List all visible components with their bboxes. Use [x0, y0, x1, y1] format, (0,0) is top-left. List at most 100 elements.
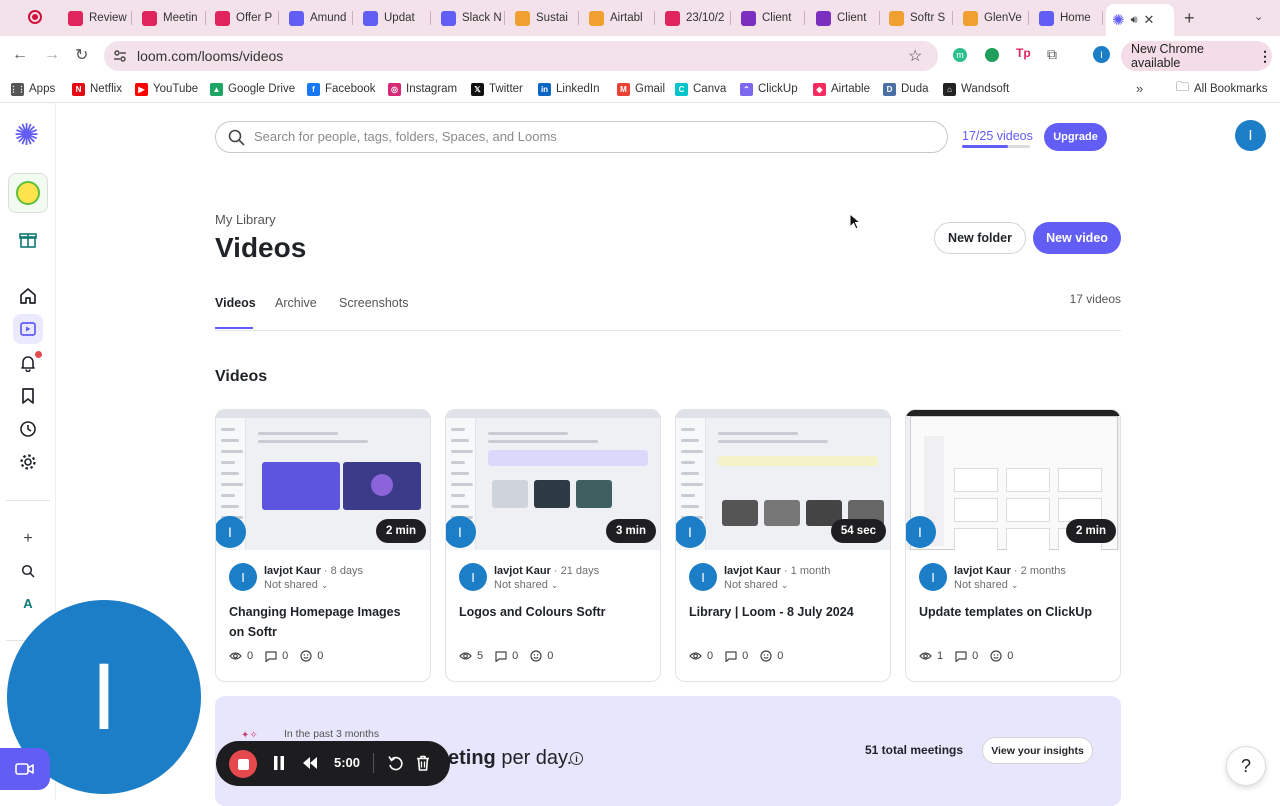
share-status-dropdown[interactable]: Not shared ⌄ [264, 579, 328, 591]
extensions-puzzle-icon[interactable]: ⧉ [1047, 46, 1057, 63]
pause-icon[interactable] [273, 755, 285, 771]
help-button[interactable]: ? [1226, 746, 1266, 786]
bookmark-item[interactable]: N Netflix [72, 80, 122, 98]
share-status-dropdown[interactable]: Not shared ⌄ [724, 579, 788, 591]
loom-logo-icon[interactable]: ✺ [14, 121, 39, 151]
browser-tab[interactable]: GlenVe [957, 6, 1029, 30]
owner-avatar[interactable]: I [229, 563, 257, 591]
record-launcher-button[interactable] [0, 748, 50, 790]
owner-avatar[interactable]: I [919, 563, 947, 591]
browser-tab[interactable]: Sustai [509, 6, 579, 30]
video-usage[interactable]: 17/25 videos [962, 129, 1033, 143]
browser-tab[interactable]: Updat [357, 6, 431, 30]
bookmark-item[interactable]: 𝕏 Twitter [471, 80, 523, 98]
home-icon[interactable] [13, 281, 43, 311]
video-card[interactable]: I2 min Ilavjot Kaur · 8 days Not shared ⌄ C… [215, 409, 431, 682]
gift-icon[interactable] [13, 224, 43, 254]
tab-search-chevron-icon[interactable]: ⌄ [1254, 10, 1263, 23]
new-chrome-available-button[interactable]: New Chrome available ⋮ [1121, 41, 1272, 71]
browser-tab[interactable]: Amund [283, 6, 353, 30]
video-thumbnail[interactable]: I3 min [446, 410, 660, 550]
video-title[interactable]: Library | Loom - 8 July 2024 [689, 602, 879, 622]
video-card[interactable]: I3 min Ilavjot Kaur · 21 days Not shared ⌄… [445, 409, 661, 682]
stop-recording-button[interactable] [229, 750, 257, 778]
bookmarks-overflow-icon[interactable]: » [1136, 81, 1143, 96]
browser-tab[interactable]: Client [810, 6, 880, 30]
video-thumbnail[interactable]: I 54 sec [676, 410, 890, 550]
settings-gear-icon[interactable] [13, 447, 43, 477]
bookmark-item[interactable]: ▶ YouTube [135, 80, 198, 98]
extension-grammarly-icon[interactable] [985, 48, 999, 62]
tab-close-icon[interactable]: ✕ [1144, 12, 1155, 28]
all-bookmarks[interactable]: 🗀︎ All Bookmarks [1176, 79, 1268, 98]
tab-screenshots[interactable]: Screenshots [339, 296, 408, 310]
search-input[interactable] [254, 129, 934, 144]
bookmark-item[interactable]: D Duda [883, 80, 929, 98]
browser-tab[interactable]: Airtabl [583, 6, 655, 30]
rewind-icon[interactable] [302, 756, 318, 770]
tab-archive[interactable]: Archive [275, 296, 317, 310]
extension-tp-icon[interactable]: Tp [1016, 46, 1031, 60]
bookmark-item[interactable]: ⌃ ClickUp [740, 80, 798, 98]
bookmark-item[interactable]: C Canva [675, 80, 726, 98]
browser-profile-avatar[interactable]: I [1093, 46, 1110, 63]
user-avatar[interactable]: I [1235, 120, 1266, 151]
bookmark-icon[interactable] [13, 381, 43, 411]
owner-avatar[interactable]: I [689, 563, 717, 591]
tab-videos[interactable]: Videos [215, 296, 256, 310]
share-status-dropdown[interactable]: Not shared ⌄ [494, 579, 558, 591]
workspace-letter-a[interactable]: A [13, 588, 43, 618]
sidebar-search-icon[interactable] [13, 556, 43, 586]
tab-loom-active[interactable]: ✺ 🔊︎ ✕ [1106, 4, 1174, 36]
browser-tab[interactable]: Review [62, 6, 132, 30]
address-bar[interactable]: loom.com/looms/videos ☆ [104, 41, 938, 71]
upgrade-button[interactable]: Upgrade [1044, 123, 1107, 151]
bookmark-star-icon[interactable]: ☆ [908, 46, 922, 66]
bookmark-item[interactable]: ◎ Instagram [388, 80, 457, 98]
notifications-bell-icon[interactable] [13, 348, 43, 378]
browser-tab[interactable]: Offer P [209, 6, 279, 30]
video-thumbnail[interactable]: I2 min [906, 410, 1120, 550]
bookmark-item[interactable]: in LinkedIn [538, 80, 599, 98]
video-thumbnail[interactable]: I2 min [216, 410, 430, 550]
back-icon[interactable]: ← [12, 46, 28, 64]
bookmark-item[interactable]: ◆ Airtable [813, 80, 870, 98]
bookmark-item[interactable]: ⌂ Wandsoft [943, 80, 1009, 98]
delete-trash-icon[interactable] [416, 755, 430, 771]
bookmark-item[interactable]: ▲ Google Drive [210, 80, 295, 98]
search-bar[interactable] [215, 121, 948, 153]
extension-m-icon[interactable]: m [953, 48, 967, 62]
view-insights-button[interactable]: View your insights [982, 737, 1093, 764]
library-videos-icon[interactable] [13, 314, 43, 344]
new-video-button[interactable]: New video [1033, 222, 1121, 254]
bookmark-item[interactable]: M Gmail [617, 80, 665, 98]
video-title[interactable]: Changing Homepage Images on Softr [229, 602, 419, 642]
info-icon[interactable]: i [570, 752, 583, 765]
video-card[interactable]: I2 min Ilavjot Kaur · 2 months Not shared … [905, 409, 1121, 682]
restart-icon[interactable] [388, 755, 403, 771]
video-card[interactable]: I 54 sec Ilavjot Kaur · 1 month Not shared … [675, 409, 891, 682]
breadcrumb[interactable]: My Library [215, 212, 276, 227]
share-status-dropdown[interactable]: Not shared ⌄ [954, 579, 1018, 591]
owner-avatar[interactable]: I [459, 563, 487, 591]
workspace-logo[interactable] [8, 173, 48, 213]
add-icon[interactable]: + [13, 524, 43, 554]
forward-icon[interactable]: → [44, 46, 60, 64]
reload-icon[interactable]: ↻ [75, 45, 88, 65]
bookmark-item[interactable]: ⋮⋮ Apps [10, 80, 55, 98]
bookmark-item[interactable]: f Facebook [307, 80, 376, 98]
speaker-icon[interactable]: 🔊︎ [1131, 14, 1138, 27]
site-info-icon[interactable] [113, 49, 127, 63]
browser-tab[interactable]: Home [1033, 6, 1103, 30]
browser-tab[interactable]: Meetin [136, 6, 206, 30]
more-menu-icon[interactable]: ⋮ [1258, 48, 1272, 65]
new-folder-button[interactable]: New folder [934, 222, 1026, 254]
video-title[interactable]: Update templates on ClickUp [919, 602, 1109, 622]
clock-icon[interactable] [13, 414, 43, 444]
new-tab-icon[interactable]: + [1184, 8, 1195, 29]
video-title[interactable]: Logos and Colours Softr [459, 602, 649, 622]
browser-tab[interactable]: Slack N [435, 6, 505, 30]
browser-tab[interactable]: Client [735, 6, 805, 30]
browser-tab[interactable]: Softr S [883, 6, 953, 30]
browser-tab[interactable]: 23/10/2 [659, 6, 731, 30]
